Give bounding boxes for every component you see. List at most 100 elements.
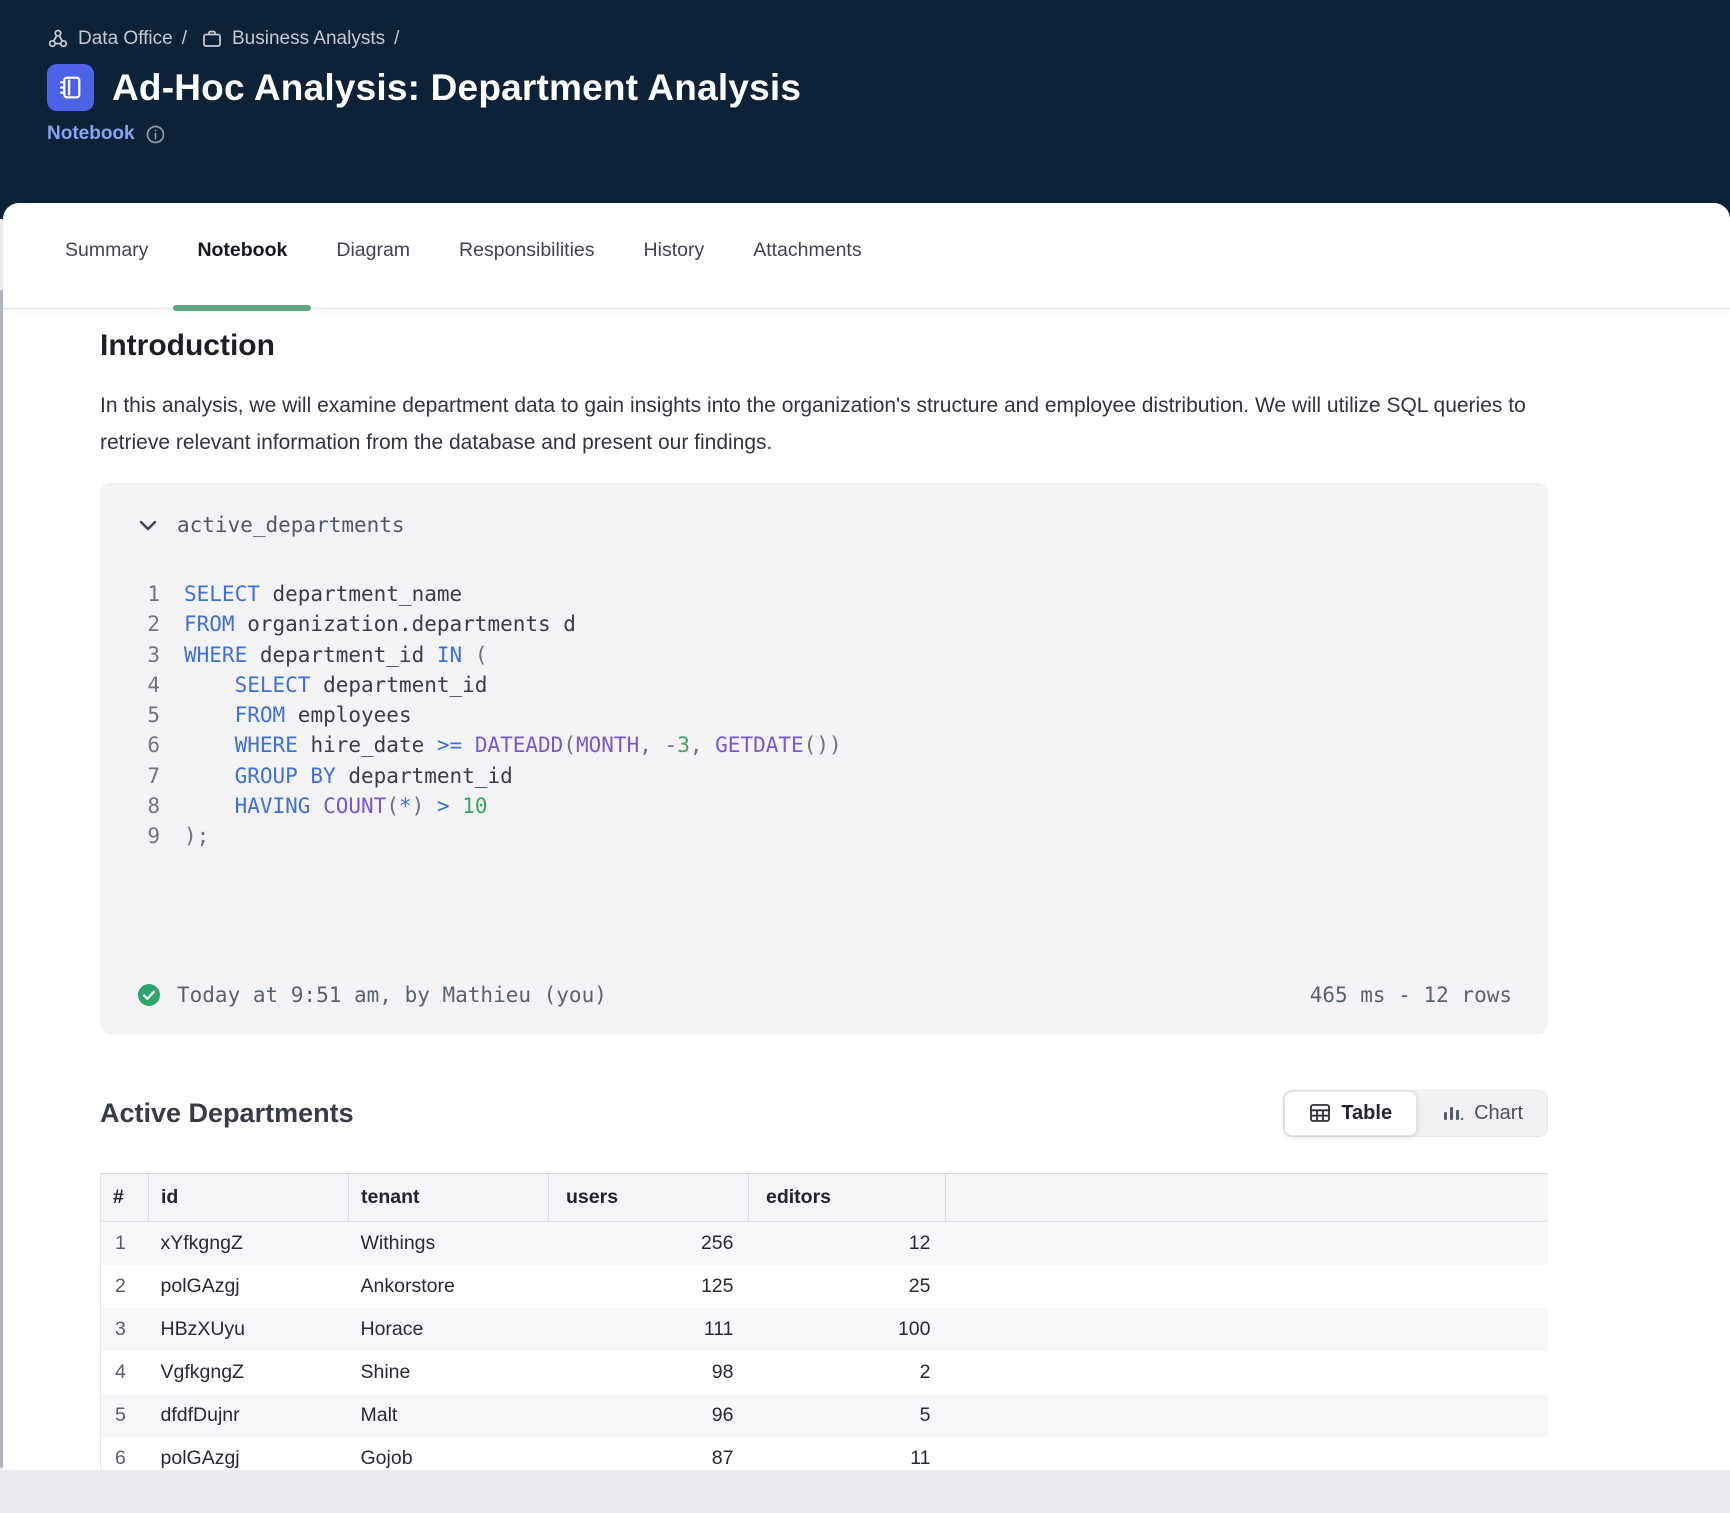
table-row[interactable]: 3HBzXUyuHorace111100 [101, 1308, 1549, 1351]
table-row[interactable]: 6polGAzgjGojob8711 [101, 1437, 1549, 1470]
sql-line: 9); [136, 821, 1512, 851]
query-run-status: Today at 9:51 am, by Mathieu (you) [136, 982, 607, 1008]
collapse-cell-button[interactable] [136, 513, 160, 537]
line-number: 7 [136, 761, 160, 791]
table-row[interactable]: 4VgfkgngZShine982 [101, 1351, 1549, 1394]
app-header: Data Office/Business Analysts/ Ad-Hoc An… [0, 0, 1730, 219]
table-row[interactable]: 2polGAzgjAnkorstore12525 [101, 1265, 1549, 1308]
table-cell: 256 [549, 1221, 749, 1265]
column-header-tenant[interactable]: tenant [349, 1173, 549, 1221]
line-number: 9 [136, 821, 160, 851]
table-cell: 1 [101, 1221, 149, 1265]
chevron-down-icon [136, 513, 160, 537]
column-header-users[interactable]: users [549, 1173, 749, 1221]
view-toggle: Table Chart [1283, 1090, 1548, 1137]
table-cell-filler [946, 1437, 1549, 1470]
bar-chart-icon [1441, 1103, 1464, 1123]
table-cell: 2 [101, 1265, 149, 1308]
table-cell: 6 [101, 1437, 149, 1470]
sql-line: 4 SELECT department_id [136, 670, 1512, 700]
info-icon[interactable] [145, 124, 166, 145]
table-cell-filler [946, 1265, 1549, 1308]
table-cell: Shine [349, 1351, 549, 1394]
table-cell: Withings [349, 1221, 549, 1265]
results-heading: Active Departments [100, 1098, 354, 1129]
table-cell: 25 [749, 1265, 946, 1308]
workspace-icon [201, 28, 223, 50]
asset-type-label[interactable]: Notebook [47, 123, 135, 145]
column-header-index[interactable]: # [101, 1173, 149, 1221]
tab-notebook[interactable]: Notebook [197, 239, 287, 308]
tab-responsibilities[interactable]: Responsibilities [459, 239, 594, 308]
intro-paragraph: In this analysis, we will examine depart… [100, 387, 1532, 461]
table-cell-filler [946, 1351, 1549, 1394]
sql-line: 5 FROM employees [136, 700, 1512, 730]
run-status-text: Today at 9:51 am, by Mathieu (you) [177, 983, 607, 1007]
sql-line: 3WHERE department_id IN ( [136, 640, 1512, 670]
result-table: #idtenantuserseditors 1xYfkgngZWithings2… [100, 1173, 1548, 1470]
table-cell: 5 [749, 1394, 946, 1437]
query-name[interactable]: active_departments [177, 513, 405, 537]
asset-type-row: Notebook [47, 123, 1690, 145]
table-cell: 12 [749, 1221, 946, 1265]
table-cell-filler [946, 1308, 1549, 1351]
chart-view-button[interactable]: Chart [1417, 1091, 1547, 1136]
table-cell: 4 [101, 1351, 149, 1394]
tab-diagram[interactable]: Diagram [336, 239, 410, 308]
table-cell: polGAzgj [149, 1265, 349, 1308]
table-cell: 2 [749, 1351, 946, 1394]
run-meta-text: 465 ms - 12 rows [1310, 983, 1512, 1007]
line-number: 5 [136, 700, 160, 730]
view-label: Table [1341, 1102, 1392, 1125]
table-cell: 87 [549, 1437, 749, 1470]
table-cell: polGAzgj [149, 1437, 349, 1470]
table-grid-icon [1309, 1103, 1331, 1123]
breadcrumb-label: Business Analysts [232, 28, 385, 50]
sql-line: 8 HAVING COUNT(*) > 10 [136, 791, 1512, 821]
table-cell: VgfkgngZ [149, 1351, 349, 1394]
sql-line: 6 WHERE hire_date >= DATEADD(MONTH, -3, … [136, 730, 1512, 760]
line-number: 3 [136, 640, 160, 670]
content-card: Summary Notebook Diagram Responsibilities Hi… [3, 203, 1730, 1470]
sql-code[interactable]: 1SELECT department_name2FROM organizatio… [136, 579, 1512, 852]
line-number: 6 [136, 730, 160, 760]
table-cell: Malt [349, 1394, 549, 1437]
tab-attachments[interactable]: Attachments [753, 239, 861, 308]
page-scrollbar[interactable] [0, 290, 3, 1468]
sql-line: 1SELECT department_name [136, 579, 1512, 609]
query-cell-header: active_departments [136, 513, 1512, 537]
column-header-id[interactable]: id [149, 1173, 349, 1221]
table-cell: 98 [549, 1351, 749, 1394]
table-cell: 3 [101, 1308, 149, 1351]
tab-summary[interactable]: Summary [65, 239, 148, 308]
table-cell: Gojob [349, 1437, 549, 1470]
breadcrumb-item[interactable]: Data Office/ [47, 28, 187, 50]
table-cell: xYfkgngZ [149, 1221, 349, 1265]
page: { "header": { "breadcrumb": { "items": [… [0, 0, 1730, 1513]
table-cell-filler [946, 1221, 1549, 1265]
line-number: 2 [136, 609, 160, 639]
results-header: Active Departments Table Chart [100, 1090, 1548, 1137]
table-cell: 96 [549, 1394, 749, 1437]
org-icon [47, 28, 69, 50]
breadcrumb-label: Data Office [78, 28, 173, 50]
table-row[interactable]: 5dfdfDujnrMalt965 [101, 1394, 1549, 1437]
result-table-body: 1xYfkgngZWithings256122polGAzgjAnkorstor… [101, 1221, 1549, 1470]
table-cell: 5 [101, 1394, 149, 1437]
breadcrumb-separator: / [394, 28, 399, 50]
breadcrumb-item[interactable]: Business Analysts / [201, 28, 399, 50]
tab-history[interactable]: History [644, 239, 705, 308]
table-cell: 111 [549, 1308, 749, 1351]
notebook-doc-icon [47, 64, 94, 111]
query-status-row: Today at 9:51 am, by Mathieu (you) 465 m… [136, 982, 1512, 1008]
table-cell: dfdfDujnr [149, 1394, 349, 1437]
table-cell: HBzXUyu [149, 1308, 349, 1351]
line-number: 1 [136, 579, 160, 609]
table-cell: 125 [549, 1265, 749, 1308]
column-header-editors[interactable]: editors [749, 1173, 946, 1221]
line-number: 8 [136, 791, 160, 821]
query-cell: active_departments 1SELECT department_na… [100, 483, 1548, 1034]
table-row[interactable]: 1xYfkgngZWithings25612 [101, 1221, 1549, 1265]
table-cell-filler [946, 1394, 1549, 1437]
table-view-button[interactable]: Table [1284, 1091, 1417, 1136]
